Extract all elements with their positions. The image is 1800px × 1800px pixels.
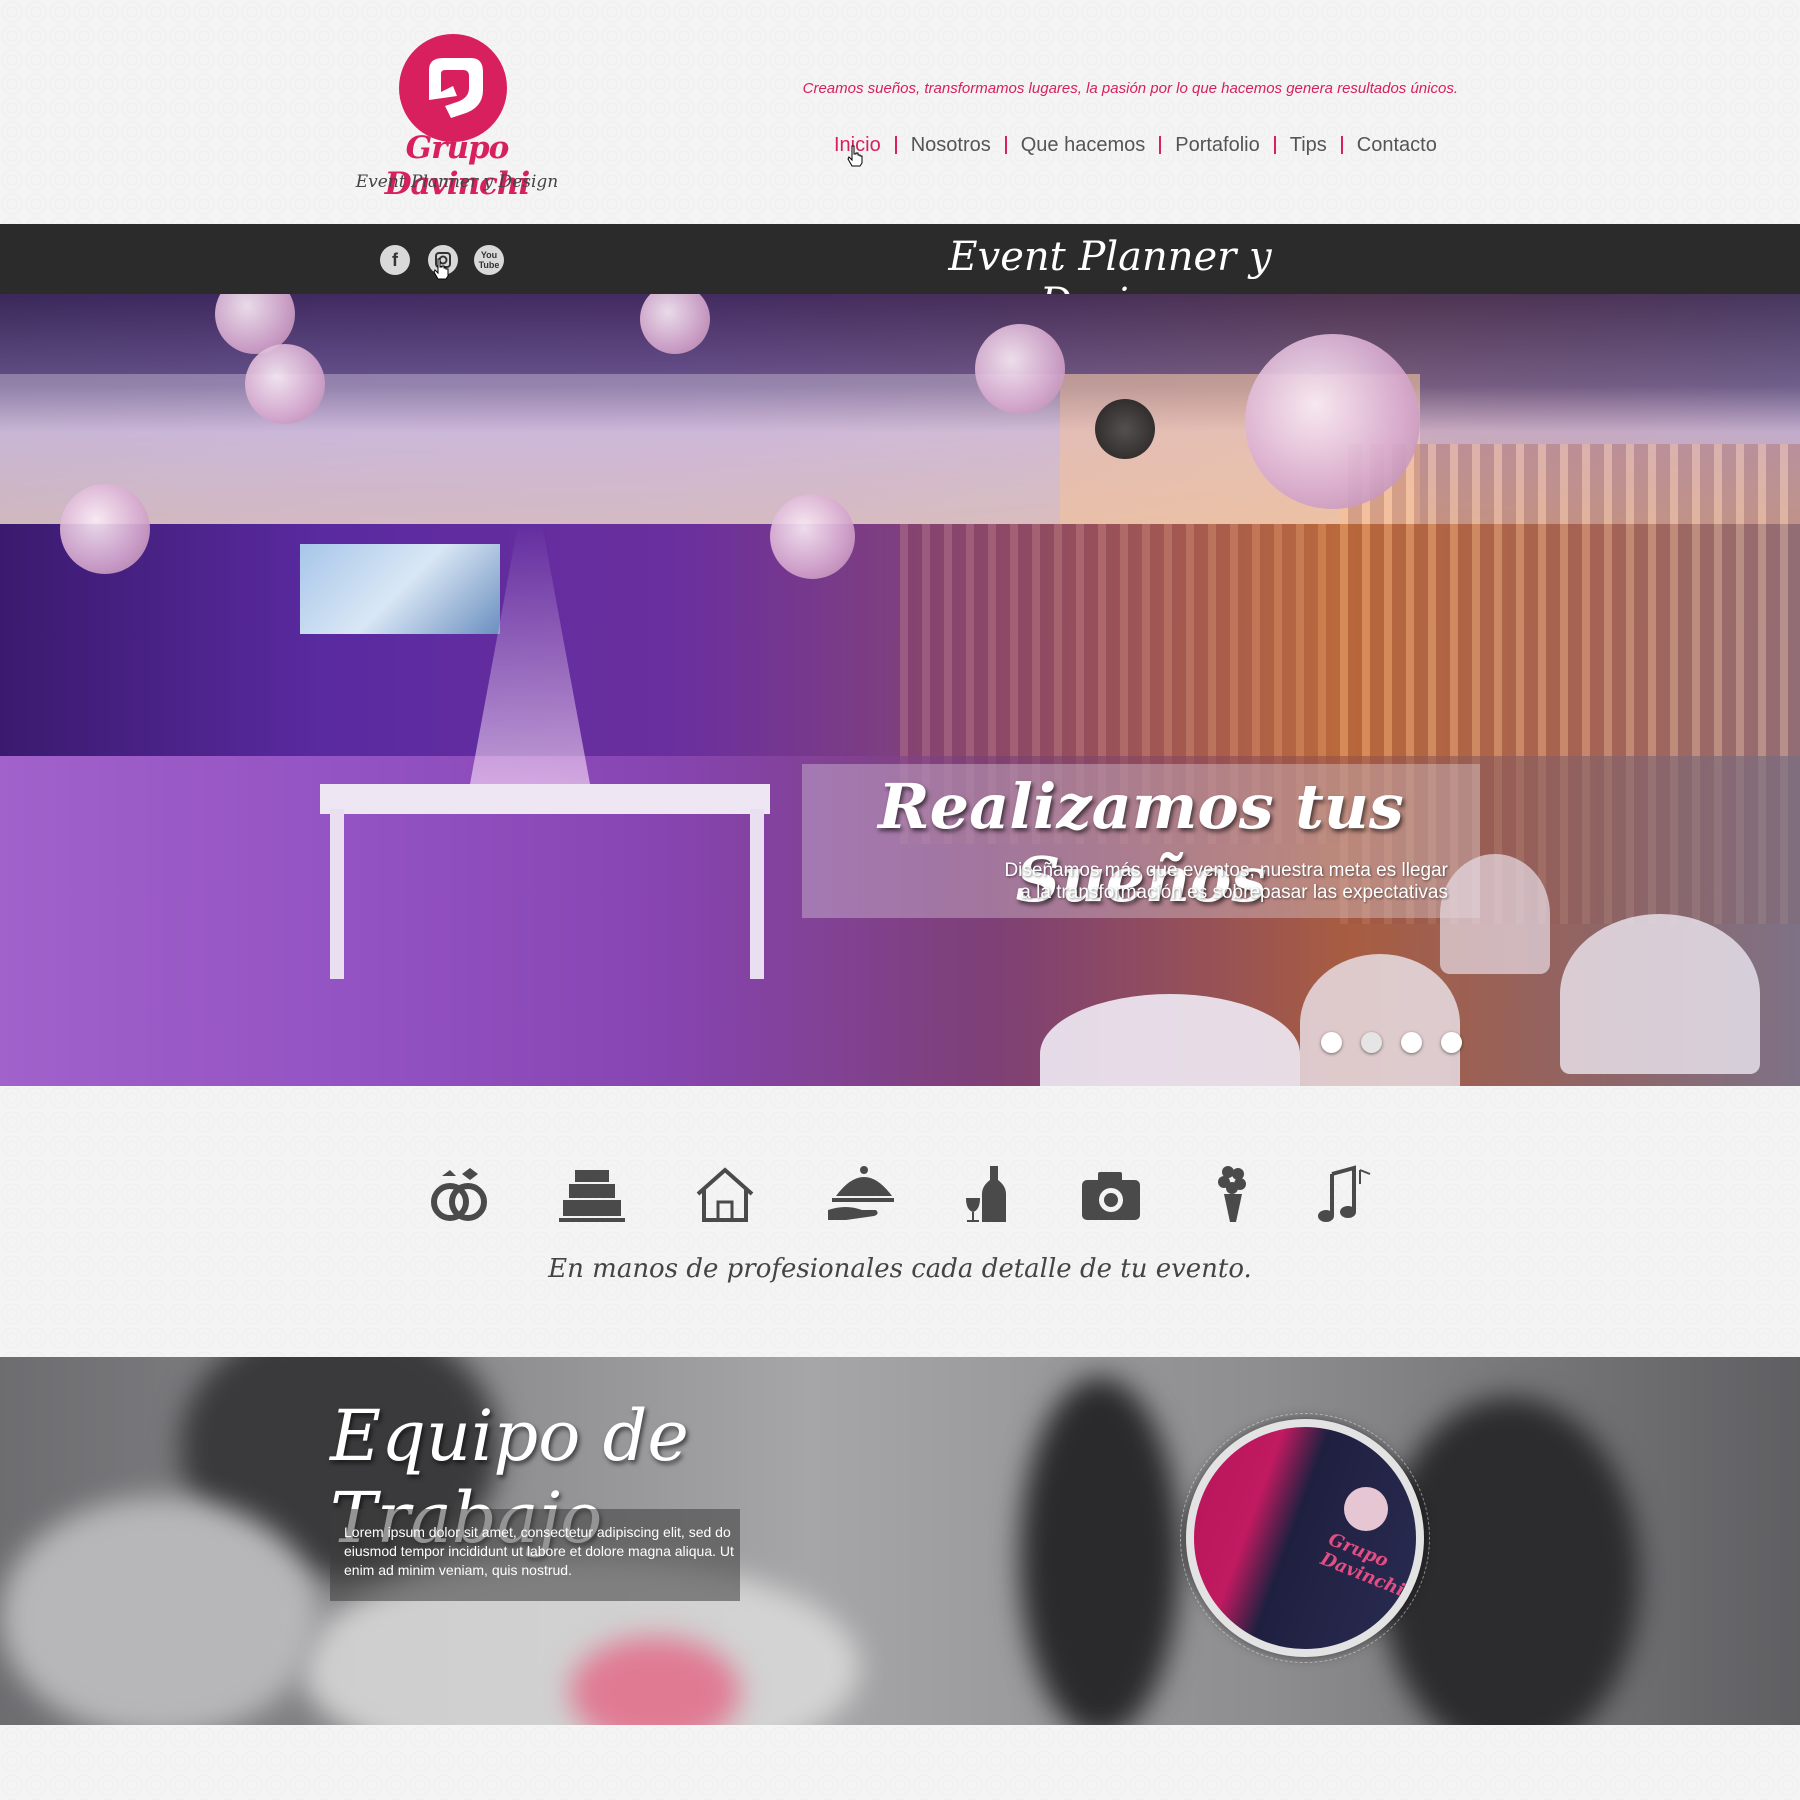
services-caption: En manos de profesionales cada detalle d… [548, 1254, 1252, 1284]
slider-dot-1[interactable] [1321, 1032, 1342, 1053]
logo[interactable]: Grupo Davinchi Event Planner y Design [352, 30, 562, 202]
hero-caption: Realizamos tus Sueños Diseñamos más que … [802, 764, 1480, 918]
lantern [1095, 399, 1155, 459]
nav-item-portafolio[interactable]: Portafolio [1161, 134, 1274, 157]
main-nav: Inicio Nosotros Que hacemos Portafolio T… [820, 130, 1451, 160]
catering-cloche-icon[interactable] [826, 1164, 896, 1224]
logo-mark-icon [399, 34, 507, 142]
nav-item-contacto[interactable]: Contacto [1343, 134, 1451, 157]
hero-photo-table [320, 784, 770, 814]
nav-item-tips[interactable]: Tips [1276, 134, 1341, 157]
lantern [60, 484, 150, 574]
team-text-box: Lorem ipsum dolor sit amet, consectetur … [330, 1509, 740, 1601]
house-icon[interactable] [690, 1164, 760, 1224]
cake-icon[interactable] [557, 1164, 627, 1224]
team-text: Lorem ipsum dolor sit amet, consectetur … [344, 1524, 734, 1578]
hero-text: Diseñamos más que eventos, nuestra meta … [848, 860, 1448, 904]
slider-dot-3[interactable] [1401, 1032, 1422, 1053]
lantern [975, 324, 1065, 414]
hand-cursor-icon [433, 258, 449, 280]
slider-dot-2[interactable] [1361, 1032, 1382, 1053]
camera-icon[interactable] [1076, 1164, 1146, 1224]
hand-cursor-icon [847, 145, 863, 167]
lantern [770, 494, 855, 579]
shirt-logo-icon [1344, 1487, 1388, 1531]
music-icon[interactable] [1310, 1164, 1380, 1224]
hero-slider: Realizamos tus Sueños Diseñamos más que … [0, 294, 1800, 1086]
wedding-rings-icon[interactable] [424, 1164, 494, 1224]
nav-item-que-hacemos[interactable]: Que hacemos [1007, 134, 1160, 157]
footer-strip [0, 1725, 1800, 1800]
services-section: En manos de profesionales cada detalle d… [0, 1086, 1800, 1357]
top-bar: f You Tube Event Planner y Design [0, 224, 1800, 326]
hero-photo-truss [0, 374, 1060, 524]
hero-photo-chair [1300, 954, 1460, 1086]
shirt-logo-text: Grupo Davinchi [1317, 1528, 1408, 1602]
team-photo[interactable]: Grupo Davinchi [1186, 1419, 1424, 1657]
team-section: Equipo de Trabajo Lorem ipsum dolor sit … [0, 1357, 1800, 1725]
lantern [1245, 334, 1420, 509]
slider-dot-4[interactable] [1441, 1032, 1462, 1053]
hero-photo-table-leg [750, 809, 764, 979]
lantern [245, 344, 325, 424]
team-photo-silhouette [1020, 1377, 1180, 1725]
flowers-icon[interactable] [1198, 1164, 1268, 1224]
hero-photo-table-leg [330, 809, 344, 979]
youtube-icon[interactable]: You Tube [474, 245, 504, 275]
hero-photo-screen [300, 544, 500, 634]
hero-text-line: Diseñamos más que eventos, nuestra meta … [1004, 860, 1448, 881]
tagline: Creamos sueños, transformamos lugares, l… [802, 80, 1458, 97]
logo-subtitle: Event Planner y Design [355, 172, 559, 192]
nav-item-nosotros[interactable]: Nosotros [897, 134, 1005, 157]
hero-photo-chair [1560, 914, 1760, 1074]
facebook-icon[interactable]: f [380, 245, 410, 275]
team-photo-table [0, 1497, 320, 1725]
wine-icon[interactable] [954, 1164, 1024, 1224]
hero-text-line: a la transformación es sobrepasar las ex… [1020, 882, 1448, 903]
header: Grupo Davinchi Event Planner y Design Cr… [0, 0, 1800, 224]
